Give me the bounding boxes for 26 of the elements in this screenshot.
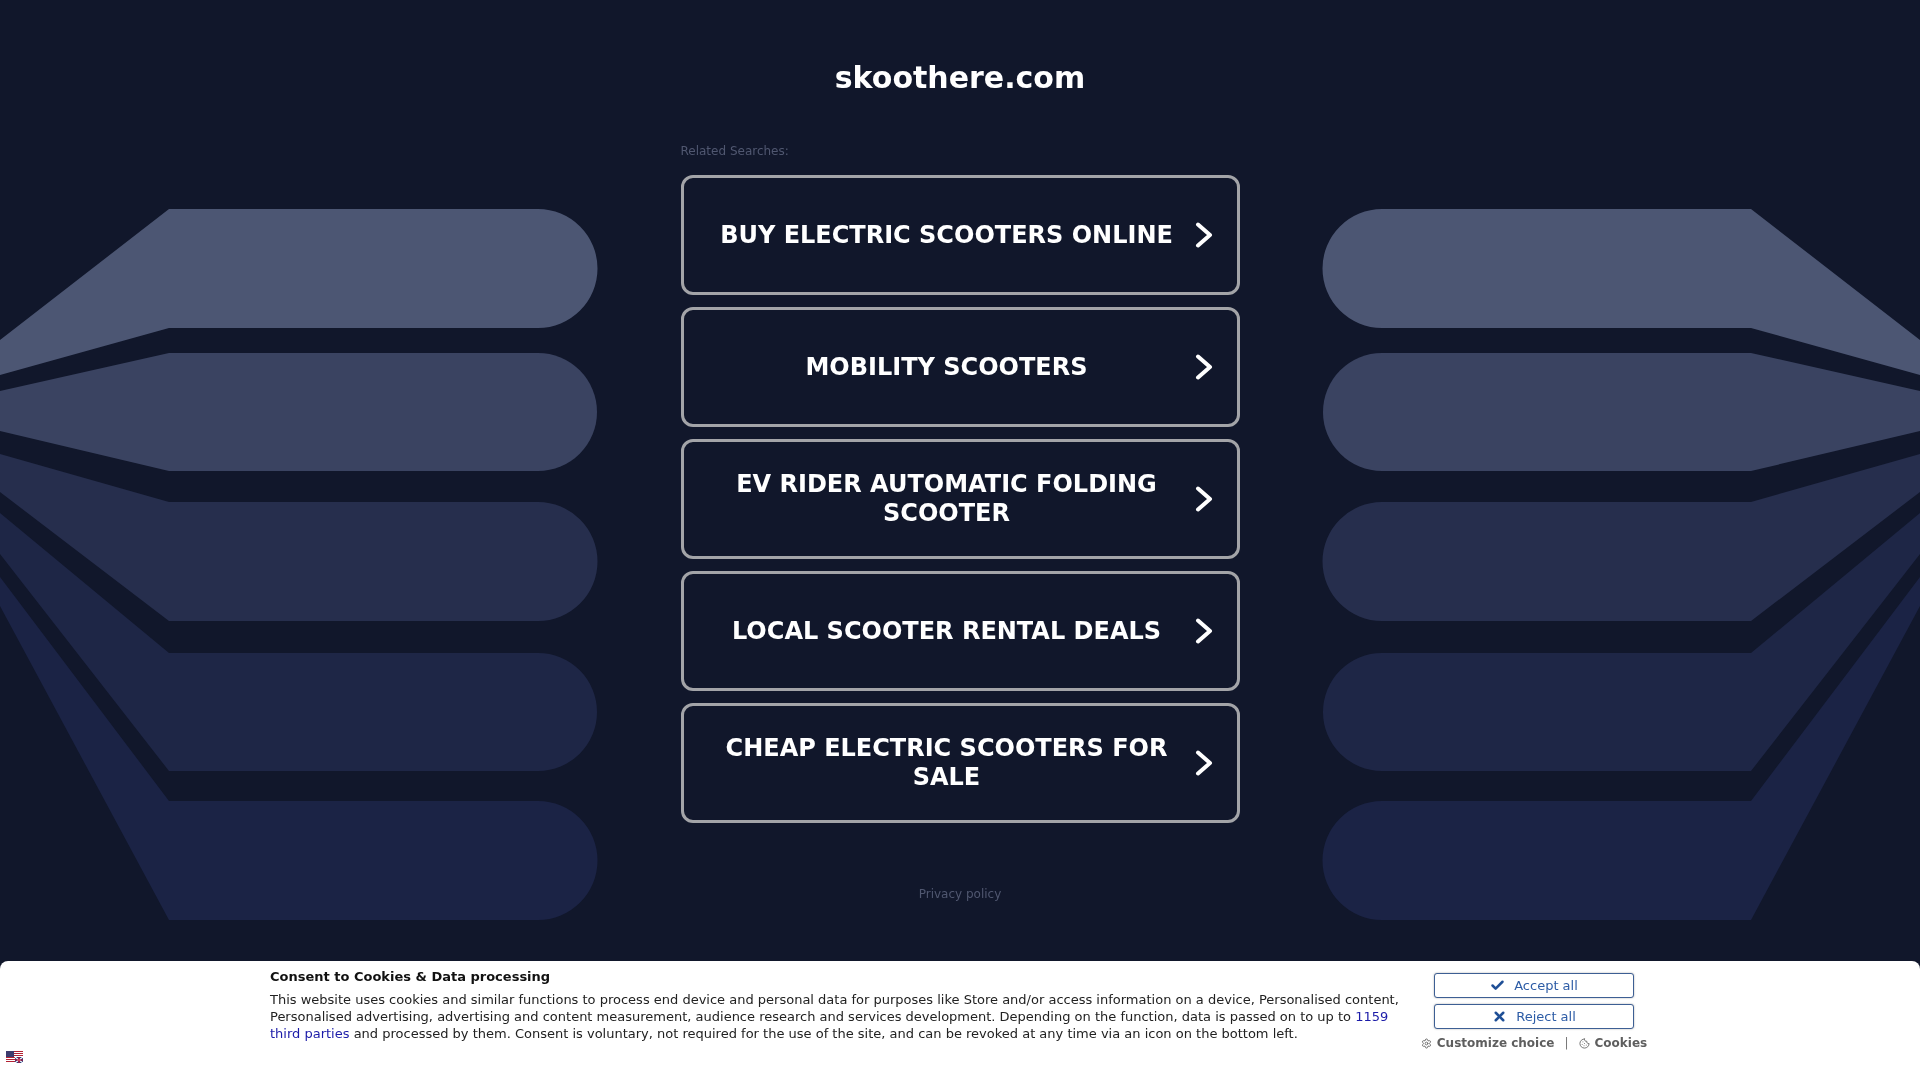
check-icon (1490, 978, 1506, 993)
consent-text: This website uses cookies and similar functions to process end device and personal data for purposes like Store and/or access information on a device, Personalised content, Personalised advertising, advertising and content measurement, audience research and services development. Depending on the function, data is passed on to up to 1159 third parties and processed by them. Consent is voluntary, not required for the use of the site, and can be revoked at any time via an icon on the bottom left. (270, 991, 1400, 1042)
reject-all-button[interactable]: Reject all (1434, 1004, 1634, 1029)
flag-icon[interactable] (6, 1051, 23, 1063)
chevron-right-icon (1194, 222, 1213, 248)
consent-title: Consent to Cookies & Data processing (270, 969, 552, 985)
chevron-right-icon (1194, 618, 1213, 644)
customize-choice-link[interactable]: Customize choice (1420, 1036, 1555, 1050)
text-link[interactable]: 1159 (1355, 1009, 1389, 1024)
cookie-icon (1578, 1037, 1590, 1049)
chevron-right-icon (1194, 354, 1213, 380)
text-link[interactable]: third parties (270, 1026, 350, 1041)
cross-icon (1492, 1009, 1508, 1024)
related-search-link[interactable]: MOBILITY SCOOTERS (680, 307, 1240, 427)
link-separator: | (1564, 1036, 1569, 1050)
chevron-right-icon (1194, 486, 1213, 512)
site-title: skoothere.com (834, 60, 1086, 96)
accept-all-button[interactable]: Accept all (1434, 973, 1634, 998)
related-search-link[interactable]: LOCAL SCOOTER RENTAL DEALS (680, 571, 1240, 691)
cookies-link[interactable]: Cookies (1578, 1036, 1648, 1050)
related-search-link[interactable]: BUY ELECTRIC SCOOTERS ONLINE (680, 175, 1240, 295)
gear-icon (1420, 1037, 1432, 1049)
related-search-link[interactable]: EV RIDER AUTOMATIC FOLDING SCOOTER (680, 439, 1240, 559)
related-search-link[interactable]: CHEAP ELECTRIC SCOOTERS FOR SALE (680, 703, 1240, 823)
chevron-right-icon (1194, 750, 1213, 776)
related-searches-label: Related Searches: (680, 144, 789, 158)
